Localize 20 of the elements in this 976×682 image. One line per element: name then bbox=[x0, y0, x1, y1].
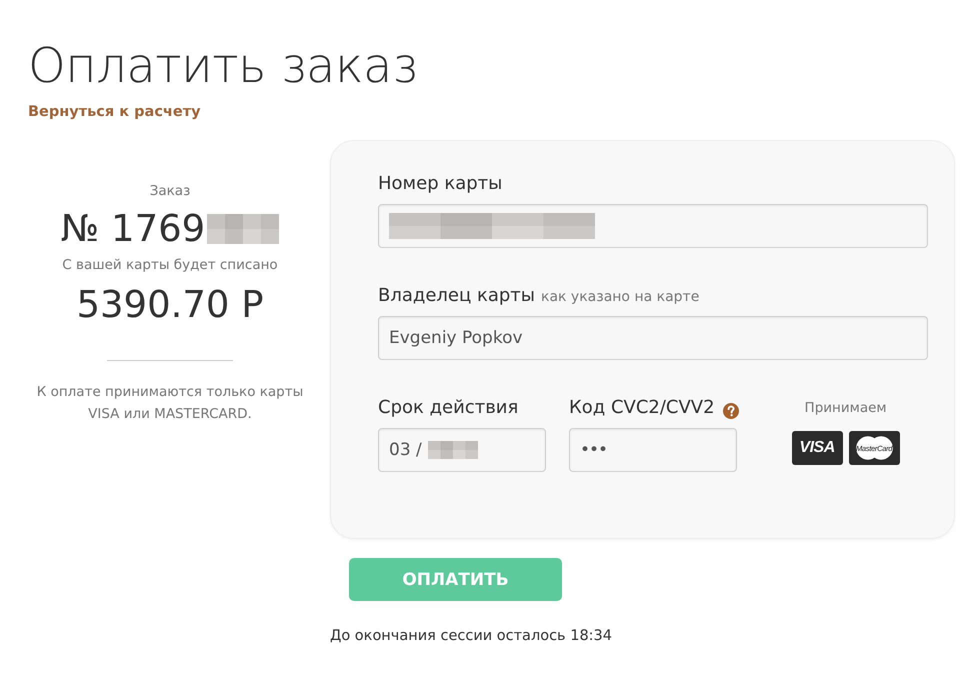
field-hint: как указано на карте bbox=[540, 289, 700, 305]
order-label: Заказ bbox=[150, 182, 190, 200]
back-link[interactable]: Вернуться к расчету bbox=[28, 104, 201, 120]
charge-label: С вашей карты будет списано bbox=[62, 256, 278, 274]
card-holder-field[interactable]: Evgeniy Popkov bbox=[378, 316, 928, 360]
help-icon[interactable] bbox=[722, 402, 739, 418]
order-number: № 1769 bbox=[60, 206, 206, 252]
amount-text: 5390.70 Р bbox=[76, 282, 264, 328]
card-number-field[interactable] bbox=[378, 204, 928, 248]
field-label: Код CVC2/CVV2 bbox=[569, 397, 715, 419]
field-label: Владелец карты bbox=[378, 285, 535, 307]
cvc-field[interactable]: ••• bbox=[569, 428, 737, 472]
expiry-field[interactable]: 03 / bbox=[378, 428, 546, 472]
visa-logo: VISA bbox=[792, 431, 843, 465]
accepted-cards-note: К оплате принимаются только карты VISA или MASTERCARD. bbox=[36, 383, 304, 424]
field-label: Номер карты bbox=[378, 173, 502, 195]
page-title: Оплатить заказ bbox=[28, 37, 418, 96]
accepted-label: Принимаем bbox=[804, 399, 887, 417]
field-label: Срок действия bbox=[378, 397, 518, 419]
session-timer-text: До окончания сессии осталось 18:34 bbox=[330, 627, 613, 646]
